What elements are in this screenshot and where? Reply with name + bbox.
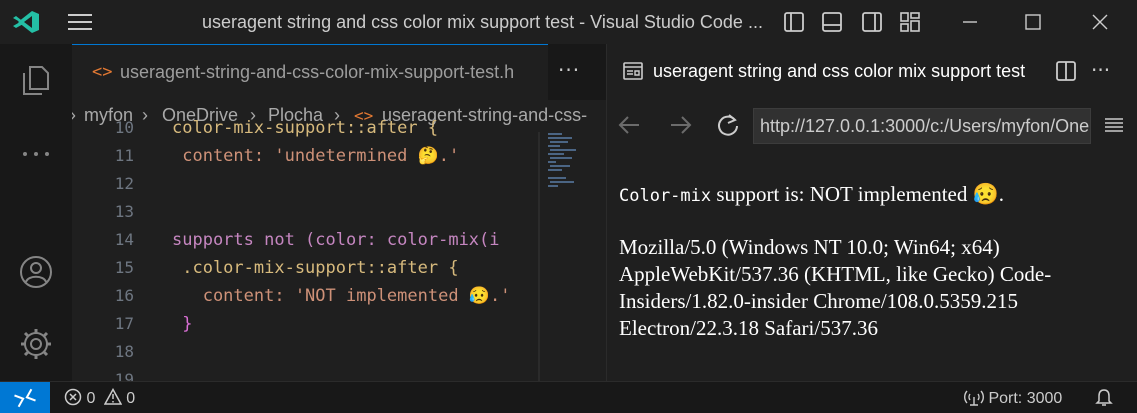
account-icon[interactable] bbox=[18, 254, 54, 290]
support-prefix: Color-mix bbox=[619, 186, 712, 206]
toggle-primary-sidebar-icon[interactable] bbox=[782, 10, 806, 34]
warning-count: 0 bbox=[126, 390, 136, 407]
error-count: 0 bbox=[86, 390, 96, 407]
port-label: Port: 3000 bbox=[988, 390, 1063, 407]
tab-label: useragent-string-and-css-color-mix-suppo… bbox=[120, 62, 515, 82]
tab-simple-browser[interactable]: useragent string and css color mix suppo… bbox=[607, 44, 1041, 100]
hamburger-menu-icon[interactable] bbox=[1103, 114, 1125, 136]
minimap-shadow bbox=[538, 132, 540, 381]
toggle-secondary-sidebar-icon[interactable] bbox=[860, 10, 884, 34]
more-icon[interactable] bbox=[18, 136, 54, 172]
window-title: useragent string and css color mix suppo… bbox=[202, 12, 762, 32]
code-line: 18 bbox=[114, 342, 134, 361]
vscode-logo-icon bbox=[12, 10, 40, 34]
code-line: 19 bbox=[114, 370, 134, 381]
code-line: 15 .color-mix-support::after { bbox=[114, 258, 459, 278]
code-line: 10 color-mix-support::after { bbox=[114, 118, 439, 138]
reload-icon[interactable] bbox=[715, 112, 741, 138]
customize-layout-icon[interactable] bbox=[898, 10, 922, 34]
editor-group: <> useragent-string-and-css-color-mix-su… bbox=[72, 44, 606, 381]
menu-icon[interactable] bbox=[66, 12, 94, 32]
remote-icon[interactable] bbox=[0, 382, 50, 413]
back-icon[interactable] bbox=[617, 112, 643, 138]
support-status-text: Color-mix support is: NOT implemented 😥. bbox=[619, 182, 1004, 207]
code-line: 16 content: 'NOT implemented 😥.' bbox=[114, 286, 511, 306]
simple-browser-pane: useragent string and css color mix suppo… bbox=[606, 44, 1137, 381]
activity-bar bbox=[0, 44, 72, 381]
toggle-panel-icon[interactable] bbox=[820, 10, 844, 34]
browser-nav-bar: http://127.0.0.1:3000/c:/Users/myfon/One… bbox=[607, 100, 1137, 152]
user-agent-text: Mozilla/5.0 (Windows NT 10.0; Win64; x64… bbox=[619, 235, 1052, 340]
browser-page: Color-mix support is: NOT implemented 😥.… bbox=[607, 152, 1137, 381]
warning-icon bbox=[103, 388, 122, 405]
code-editor[interactable]: 10 color-mix-support::after { 11 content… bbox=[72, 118, 606, 381]
code-line: 17 } bbox=[114, 314, 193, 334]
settings-gear-icon[interactable] bbox=[18, 326, 54, 362]
tab-html-file[interactable]: <> useragent-string-and-css-color-mix-su… bbox=[72, 44, 548, 100]
port-indicator[interactable]: Port: 3000 bbox=[964, 388, 1062, 408]
tab-label: useragent string and css color mix suppo… bbox=[653, 61, 1026, 81]
minimize-icon[interactable] bbox=[955, 8, 985, 36]
maximize-icon[interactable] bbox=[1018, 8, 1048, 36]
split-editor-icon[interactable] bbox=[1055, 60, 1077, 82]
editor-tab-bar: <> useragent-string-and-css-color-mix-su… bbox=[72, 44, 606, 100]
more-actions-icon[interactable]: ··· bbox=[1091, 58, 1110, 82]
status-bar: 0 0 Port: 3000 bbox=[0, 381, 1137, 413]
code-line: 14 supports not (color: color-mix(i bbox=[114, 230, 500, 250]
explorer-icon[interactable] bbox=[18, 62, 54, 98]
code-line: 13 bbox=[114, 202, 134, 221]
code-line: 12 bbox=[114, 174, 134, 193]
title-bar: useragent string and css color mix suppo… bbox=[0, 0, 1137, 44]
port-icon bbox=[964, 390, 984, 406]
html-file-icon: <> bbox=[92, 62, 113, 82]
support-suffix: support is: NOT implemented 😥. bbox=[711, 182, 1005, 206]
code-line: 11 content: 'undetermined 🤔.' bbox=[114, 146, 460, 166]
close-icon[interactable] bbox=[1085, 8, 1115, 36]
problems-indicator[interactable]: 0 0 bbox=[64, 388, 135, 408]
forward-icon[interactable] bbox=[667, 112, 693, 138]
bell-icon[interactable] bbox=[1094, 388, 1114, 408]
error-icon bbox=[64, 388, 82, 406]
minimap[interactable] bbox=[542, 132, 606, 381]
preview-icon bbox=[623, 62, 643, 80]
url-input[interactable]: http://127.0.0.1:3000/c:/Users/myfon/One… bbox=[753, 108, 1091, 144]
more-actions-icon[interactable]: ··· bbox=[558, 58, 580, 82]
